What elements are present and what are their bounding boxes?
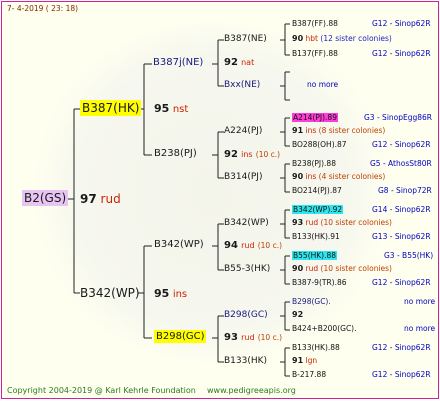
gen2-node-3: B342(WP) [154, 239, 204, 250]
gen3-score-1-sisters: 90 hbt (12 sister colonies) [292, 34, 392, 43]
gen2-score-2: 92 ins (10 c.) [224, 149, 281, 160]
gen4-code-4: G12 - Sinop62R [372, 140, 431, 149]
gen3-score-8: 91 lgn [292, 356, 318, 365]
gen2-node-4: B298(GC) [154, 330, 207, 343]
pedigree-panel: 7- 4-2019 ( 23: 18) B2(GS) 97 rud B387(H… [1, 1, 439, 399]
gen4-row-10: B387-9(TR).86 [292, 278, 347, 287]
gen4-row-11: B298(GC). [292, 297, 331, 306]
gen4-code-6: G8 - Sinop72R [378, 186, 432, 195]
gen3-node-6: B55-3(HK) [224, 264, 271, 274]
gen4-code-2: G12 - Sinop62R [372, 49, 431, 58]
gen2-node-2: B238(PJ) [154, 148, 197, 159]
gen4-row-8: B133(HK).91 [292, 232, 340, 241]
gen2-score-4: 93 rud (10 c.) [224, 332, 283, 343]
gen3-node-1: B387(NE) [224, 34, 267, 44]
footer-copyright: Copyright 2004-2019 @ Karl Kehrle Founda… [7, 386, 196, 395]
gen2-score-3: 94 rud (10 c.) [224, 240, 283, 251]
gen3-score-3: 91 ins (8 sister colonies) [292, 126, 386, 135]
gen4-code-14: G12 - Sinop62R [372, 370, 431, 379]
root-score: 97 rud [80, 192, 121, 206]
gen2-node-1: B387j(NE) [153, 57, 204, 68]
gen3-node-8: B133(HK) [224, 356, 268, 366]
gen4-row-2: B137(FF).88 [292, 49, 338, 58]
gen3-score-4: 90 ins (4 sister colonies) [292, 172, 386, 181]
gen4-row-4: BO288(OH).87 [292, 140, 347, 149]
gen4-row-14: B-217.88 [292, 370, 327, 379]
gen3-node-7: B298(GC) [224, 310, 268, 320]
gen4-row-1: B387(FF).88 [292, 19, 338, 28]
footer-url[interactable]: www.pedigreeapis.org [207, 387, 296, 395]
gen4-code-11: no more [404, 297, 436, 306]
gen4-code-3: G3 - SinopEgg86R [364, 113, 433, 122]
gen4-code-10: G12 - Sinop62R [372, 278, 431, 287]
gen4-code-9: G3 - B55(HK) [384, 251, 434, 260]
gen1-node-1: B387(HK) [80, 100, 142, 116]
root-id: B2(GS) [22, 190, 69, 206]
gen4-row-6: BO214(PJ).87 [292, 186, 342, 195]
gen1-node-2: B342(WP) [80, 286, 140, 300]
header-date: 7- 4-2019 ( 23: 18) [7, 4, 79, 13]
gen4-code-13: G12 - Sinop62R [372, 343, 431, 352]
gen4-row-9: B55(HK).88 [292, 251, 338, 260]
gen3-node-5: B342(WP) [224, 218, 269, 228]
gen4-row-3: A214(PJ).89 [292, 113, 338, 122]
gen4-code-1: G12 - Sinop62R [372, 19, 431, 28]
gen4-row-5: B238(PJ).88 [292, 159, 336, 168]
gen4-code-8: G13 - Sinop62R [372, 232, 431, 241]
gen4-code-7: G14 - Sinop62R [372, 205, 431, 214]
gen3-score-5: 93 rud (10 sister colonies) [292, 218, 392, 227]
gen3-score-6: 90 rud (10 sister colonies) [292, 264, 392, 273]
gen4-row-12: B424+B200(GC). [292, 324, 357, 333]
gen3-score-1: 92 nat [224, 57, 255, 68]
root-node: B2(GS) [22, 190, 69, 206]
gen3-node-4: B314(PJ) [224, 172, 263, 182]
gen3-score-7: 92 [292, 310, 304, 319]
gen1-score-2: 95 ins [154, 287, 188, 300]
gen3-node-2: Bxx(NE) [224, 80, 261, 90]
gen1-score-1: 95 nst [154, 102, 189, 115]
gen4-row-7: B342(WP).92 [292, 205, 344, 214]
gen4-code-5: G5 - AthosSt80R [370, 159, 432, 168]
gen4-no-more-1: no more [307, 80, 339, 89]
gen4-code-12: no more [404, 324, 436, 333]
gen3-node-3: A224(PJ) [224, 126, 263, 136]
gen4-row-13: B133(HK).88 [292, 343, 340, 352]
